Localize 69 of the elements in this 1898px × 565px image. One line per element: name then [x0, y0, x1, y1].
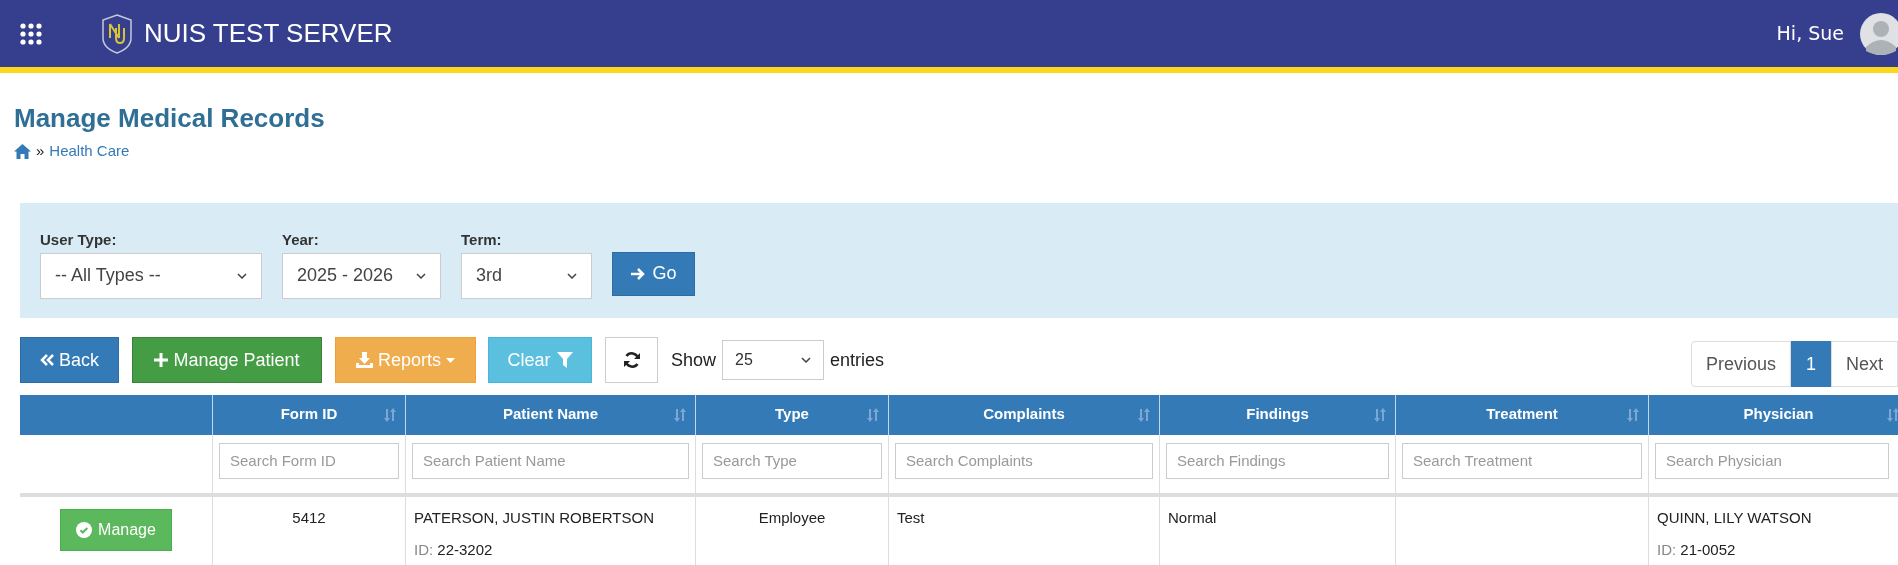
sort-icon[interactable]	[383, 407, 397, 422]
table-cell: Employee	[758, 508, 826, 526]
column-search-field[interactable]: Search Form ID	[219, 442, 399, 479]
go-button[interactable]: Go	[612, 251, 695, 296]
filter-label: Year:	[282, 230, 320, 248]
column-header[interactable]: Findings	[1160, 394, 1396, 435]
plus-icon	[154, 353, 169, 367]
chevron-icon	[801, 357, 812, 363]
arrow-right-icon	[630, 266, 647, 281]
breadcrumb-separator: »	[36, 141, 45, 161]
person-name: QUINN, LILY WATSON	[1657, 507, 1813, 528]
avatar-icon[interactable]	[1860, 12, 1898, 55]
sort-icon[interactable]	[673, 407, 687, 422]
column-search-field[interactable]: Search Findings	[1166, 442, 1389, 479]
sort-icon[interactable]	[1886, 407, 1898, 422]
filter-icon	[556, 352, 573, 368]
sort-icon[interactable]	[1373, 407, 1387, 422]
sort-icon[interactable]	[1626, 407, 1640, 422]
column-header[interactable]: Form ID	[213, 394, 406, 435]
table-cell: Test	[897, 508, 925, 526]
column-search-field[interactable]: Search Physician	[1655, 442, 1889, 479]
refresh-button[interactable]	[605, 337, 658, 383]
home-icon[interactable]	[14, 143, 31, 159]
pagination-button[interactable]: Previous	[1690, 341, 1791, 387]
filter-select[interactable]: 3rd	[461, 252, 592, 299]
greeting: Hi, Sue	[1776, 21, 1844, 47]
apps-grid-icon[interactable]	[20, 22, 42, 45]
breadcrumb-link[interactable]: Health Care	[49, 140, 130, 163]
column-search-field[interactable]: Search Type	[702, 442, 882, 479]
column-header[interactable]: Treatment	[1396, 394, 1649, 435]
column-header[interactable]: Physician	[1649, 394, 1898, 435]
refresh-icon	[622, 351, 641, 369]
column-search-field[interactable]: Search Treatment	[1402, 442, 1642, 479]
page-size-select[interactable]: 25	[722, 340, 825, 380]
chevron-icon	[237, 272, 247, 279]
column-header[interactable]: Patient Name	[406, 394, 696, 435]
filter-select[interactable]: -- All Types --	[40, 252, 262, 299]
pagination-button[interactable]: 1	[1790, 341, 1831, 387]
manage-patient-button[interactable]: Manage Patient	[132, 337, 322, 383]
column-search-field[interactable]: Search Complaints	[895, 442, 1153, 479]
id-label: ID:	[414, 541, 434, 558]
column-header[interactable]: Type	[696, 394, 889, 435]
show-label: Show	[671, 348, 717, 372]
caret-icon	[446, 357, 455, 363]
id-value: 21-0052	[1680, 541, 1736, 558]
person-name: PATERSON, JUSTIN ROBERTSON	[414, 507, 656, 528]
filter-label: User Type:	[40, 230, 118, 248]
double-chevron-left-icon	[40, 354, 54, 366]
filter-select[interactable]: 2025 - 2026	[282, 252, 441, 299]
filter-label: Term:	[461, 230, 503, 248]
download-icon	[356, 352, 373, 368]
table-cell: Normal	[1168, 508, 1217, 526]
page-title: Manage Medical Records	[14, 103, 325, 133]
chevron-icon	[567, 272, 577, 279]
sort-icon[interactable]	[1137, 407, 1151, 422]
logo-icon	[100, 13, 134, 54]
table-cell: 5412	[292, 508, 326, 526]
check-circle-icon	[76, 521, 93, 538]
entries-label: entries	[830, 348, 885, 372]
server-title: NUIS TEST SERVER	[144, 17, 393, 50]
column-header[interactable]: Complaints	[889, 394, 1160, 435]
sort-icon[interactable]	[866, 407, 880, 422]
id-value: 22-3202	[437, 541, 493, 558]
manage-button[interactable]: Manage	[60, 508, 172, 551]
chevron-icon	[416, 272, 426, 279]
column-search-field[interactable]: Search Patient Name	[412, 442, 689, 479]
id-label: ID:	[1657, 541, 1677, 558]
back-button[interactable]: Back	[20, 337, 119, 383]
pagination-button[interactable]: Next	[1831, 341, 1898, 387]
